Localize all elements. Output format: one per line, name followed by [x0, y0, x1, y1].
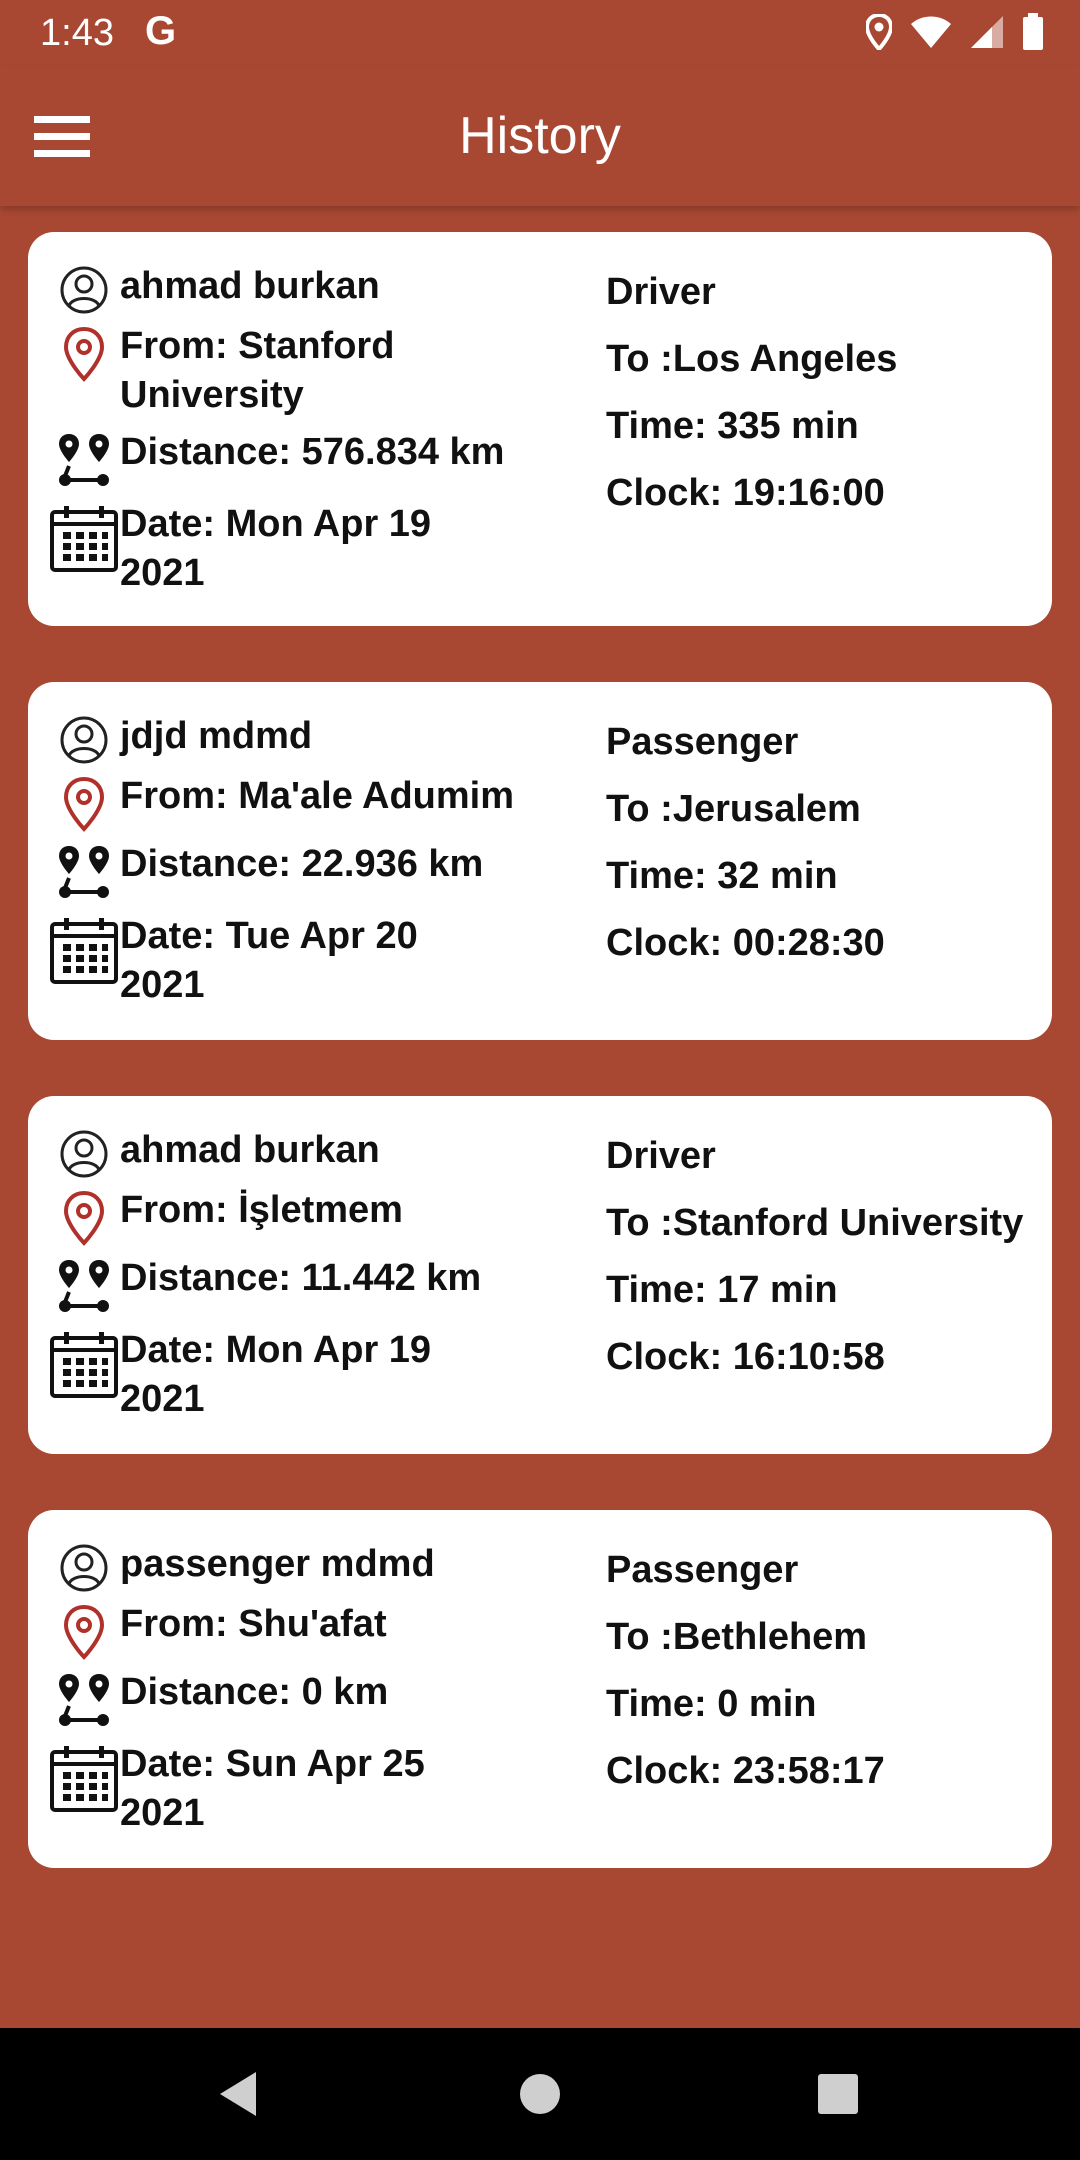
- calendar-icon: [48, 1326, 120, 1400]
- date-row: Date: Tue Apr 20 2021: [48, 912, 588, 1010]
- from-location: From: Shu'afat: [120, 1603, 387, 1645]
- from-row: From: İşletmem: [48, 1186, 588, 1246]
- trip-time: Time: 17 min: [606, 1269, 838, 1311]
- distance: Distance: 576.834 km: [120, 431, 505, 473]
- from-location: From: Stanford University: [120, 325, 395, 416]
- trip-date: Date: Sun Apr 25 2021: [120, 1743, 425, 1834]
- passenger-name: passenger mdmd: [120, 1543, 435, 1585]
- calendar-icon: [48, 912, 120, 986]
- back-icon[interactable]: [210, 2068, 270, 2120]
- location-icon: [864, 12, 894, 55]
- date-row: Date: Mon Apr 19 2021: [48, 1326, 588, 1424]
- user-icon: [48, 262, 120, 314]
- trip-summary: Driver To :Stanford University Time: 17 …: [606, 1132, 1052, 1400]
- trip-details: passenger mdmd From: Shu'afat Distance: …: [48, 1540, 588, 1846]
- to-location: To :Los Angeles: [606, 338, 898, 380]
- role-label: Passenger: [606, 1549, 799, 1591]
- distance: Distance: 0 km: [120, 1671, 389, 1713]
- history-card[interactable]: passenger mdmd From: Shu'afat Distance: …: [28, 1510, 1052, 1868]
- google-g-icon: G: [145, 9, 177, 53]
- app-bar: History: [0, 66, 1080, 206]
- date-row: Date: Sun Apr 25 2021: [48, 1740, 588, 1838]
- trip-clock: Clock: 16:10:58: [606, 1336, 885, 1378]
- trip-summary: Passenger To :Jerusalem Time: 32 min Clo…: [606, 718, 1052, 986]
- role-label: Driver: [606, 1135, 716, 1177]
- history-card[interactable]: jdjd mdmd From: Ma'ale Adumim Distance: …: [28, 682, 1052, 1040]
- passenger-name: ahmad burkan: [120, 1129, 380, 1171]
- trip-summary: Passenger To :Bethlehem Time: 0 min Cloc…: [606, 1546, 1052, 1814]
- page-title: History: [459, 107, 621, 165]
- location-pin-icon: [48, 322, 120, 382]
- to-location: To :Stanford University: [606, 1202, 1024, 1244]
- trip-clock: Clock: 23:58:17: [606, 1750, 885, 1792]
- history-card[interactable]: ahmad burkan From: İşletmem Distance: 11…: [28, 1096, 1052, 1454]
- hamburger-menu-icon[interactable]: [30, 108, 94, 164]
- distance-row: Distance: 576.834 km: [48, 428, 588, 492]
- trip-time: Time: 0 min: [606, 1683, 817, 1725]
- to-location: To :Bethlehem: [606, 1616, 868, 1658]
- signal-icon: [970, 15, 1004, 54]
- name-row: ahmad burkan: [48, 1126, 588, 1178]
- status-time: 1:43: [40, 12, 114, 54]
- system-nav-bar: [0, 2028, 1080, 2160]
- from-row: From: Ma'ale Adumim: [48, 772, 588, 832]
- user-icon: [48, 1540, 120, 1592]
- user-icon: [48, 712, 120, 764]
- trip-date: Date: Mon Apr 19 2021: [120, 1329, 432, 1420]
- from-location: From: Ma'ale Adumim: [120, 775, 515, 817]
- trip-date: Date: Mon Apr 19 2021: [120, 503, 432, 594]
- wifi-icon: [910, 15, 952, 54]
- trip-date: Date: Tue Apr 20 2021: [120, 915, 418, 1006]
- passenger-name: ahmad burkan: [120, 265, 380, 307]
- distance: Distance: 11.442 km: [120, 1257, 482, 1299]
- name-row: ahmad burkan: [48, 262, 588, 314]
- route-icon: [48, 1668, 120, 1732]
- trip-summary: Driver To :Los Angeles Time: 335 min Clo…: [606, 268, 1052, 536]
- trip-time: Time: 32 min: [606, 855, 838, 897]
- trip-clock: Clock: 00:28:30: [606, 922, 885, 964]
- route-icon: [48, 428, 120, 492]
- history-card[interactable]: ahmad burkan From: Stanford University D…: [28, 232, 1052, 626]
- location-pin-icon: [48, 1600, 120, 1660]
- user-icon: [48, 1126, 120, 1178]
- calendar-icon: [48, 500, 120, 574]
- distance-row: Distance: 0 km: [48, 1668, 588, 1732]
- trip-clock: Clock: 19:16:00: [606, 472, 885, 514]
- location-pin-icon: [48, 1186, 120, 1246]
- trip-time: Time: 335 min: [606, 405, 859, 447]
- from-location: From: İşletmem: [120, 1189, 403, 1231]
- distance: Distance: 22.936 km: [120, 843, 484, 885]
- trip-details: jdjd mdmd From: Ma'ale Adumim Distance: …: [48, 712, 588, 1018]
- trip-details: ahmad burkan From: Stanford University D…: [48, 262, 588, 606]
- to-location: To :Jerusalem: [606, 788, 861, 830]
- date-row: Date: Mon Apr 19 2021: [48, 500, 588, 598]
- passenger-name: jdjd mdmd: [120, 715, 313, 757]
- location-pin-icon: [48, 772, 120, 832]
- battery-icon: [1022, 12, 1044, 56]
- calendar-icon: [48, 1740, 120, 1814]
- route-icon: [48, 1254, 120, 1318]
- status-icons: [864, 12, 1044, 56]
- distance-row: Distance: 22.936 km: [48, 840, 588, 904]
- role-label: Driver: [606, 271, 716, 313]
- recents-icon[interactable]: [808, 2068, 868, 2120]
- name-row: jdjd mdmd: [48, 712, 588, 764]
- from-row: From: Shu'afat: [48, 1600, 588, 1660]
- distance-row: Distance: 11.442 km: [48, 1254, 588, 1318]
- home-icon[interactable]: [510, 2068, 570, 2120]
- status-bar: 1:43 G: [0, 0, 1080, 66]
- route-icon: [48, 840, 120, 904]
- role-label: Passenger: [606, 721, 799, 763]
- trip-details: ahmad burkan From: İşletmem Distance: 11…: [48, 1126, 588, 1432]
- name-row: passenger mdmd: [48, 1540, 588, 1592]
- from-row: From: Stanford University: [48, 322, 588, 420]
